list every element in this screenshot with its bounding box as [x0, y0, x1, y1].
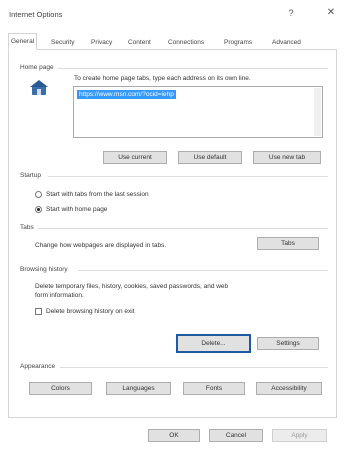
fonts-button[interactable]: Fonts [183, 382, 245, 395]
history-settings-button[interactable]: Settings [257, 337, 319, 350]
startup-home-label[interactable]: Start with home page [46, 206, 107, 213]
tabs-settings-button[interactable]: Tabs [257, 237, 319, 250]
help-icon[interactable]: ? [283, 6, 299, 20]
home-page-group-label: Home page [20, 64, 54, 71]
home-page-scrollbar[interactable] [314, 88, 321, 136]
languages-button[interactable]: Languages [106, 382, 171, 395]
delete-history-button[interactable]: Delete... [176, 334, 251, 353]
colors-button[interactable]: Colors [29, 382, 92, 395]
title-bar: Internet Options ? ✕ [0, 0, 345, 26]
tab-connections[interactable]: Connections [168, 36, 204, 49]
browsing-history-description-line1: Delete temporary files, history, cookies… [35, 283, 229, 290]
close-icon[interactable]: ✕ [323, 6, 339, 20]
apply-button[interactable]: Apply [272, 429, 327, 442]
tabs-group-label: Tabs [20, 224, 34, 231]
startup-tabs-radio[interactable] [35, 191, 42, 198]
use-current-button[interactable]: Use current [103, 151, 167, 164]
tabs-divider [38, 228, 328, 229]
tab-privacy[interactable]: Privacy [91, 36, 112, 49]
tab-programs[interactable]: Programs [224, 36, 252, 49]
browsing-history-group-label: Browsing history [20, 266, 68, 273]
startup-group-label: Startup [20, 172, 41, 179]
appearance-group-label: Appearance [20, 363, 56, 370]
startup-divider [48, 176, 328, 177]
cancel-button[interactable]: Cancel [209, 429, 263, 442]
accessibility-button[interactable]: Accessibility [256, 382, 322, 395]
tab-content[interactable]: Content [128, 36, 151, 49]
home-page-divider [58, 68, 328, 69]
tab-security[interactable]: Security [51, 36, 74, 49]
use-default-button[interactable]: Use default [178, 151, 242, 164]
browsing-history-divider [78, 270, 328, 271]
tabs-description: Change how webpages are displayed in tab… [35, 242, 167, 249]
tab-general[interactable]: General [8, 33, 38, 50]
delete-on-exit-label[interactable]: Delete browsing history on exit [46, 308, 135, 315]
delete-on-exit-checkbox[interactable] [35, 308, 42, 315]
appearance-divider [60, 367, 328, 368]
internet-options-dialog: Internet Options ? ✕ General Security Pr… [0, 0, 345, 451]
ok-button[interactable]: OK [148, 429, 200, 442]
home-page-url-field[interactable]: https://www.msn.com/?ocid=iehp [73, 86, 323, 138]
browsing-history-description-line2: form information. [35, 292, 84, 299]
home-page-icon [30, 80, 48, 95]
tab-strip: General Security Privacy Content Connect… [8, 33, 337, 50]
window-title: Internet Options [9, 10, 63, 19]
startup-tabs-label[interactable]: Start with tabs from the last session [46, 191, 149, 198]
home-page-description: To create home page tabs, type each addr… [74, 75, 251, 82]
use-new-tab-button[interactable]: Use new tab [253, 151, 321, 164]
tab-advanced[interactable]: Advanced [272, 36, 301, 49]
home-page-url-text[interactable]: https://www.msn.com/?ocid=iehp [77, 90, 176, 99]
startup-home-radio[interactable] [35, 206, 42, 213]
